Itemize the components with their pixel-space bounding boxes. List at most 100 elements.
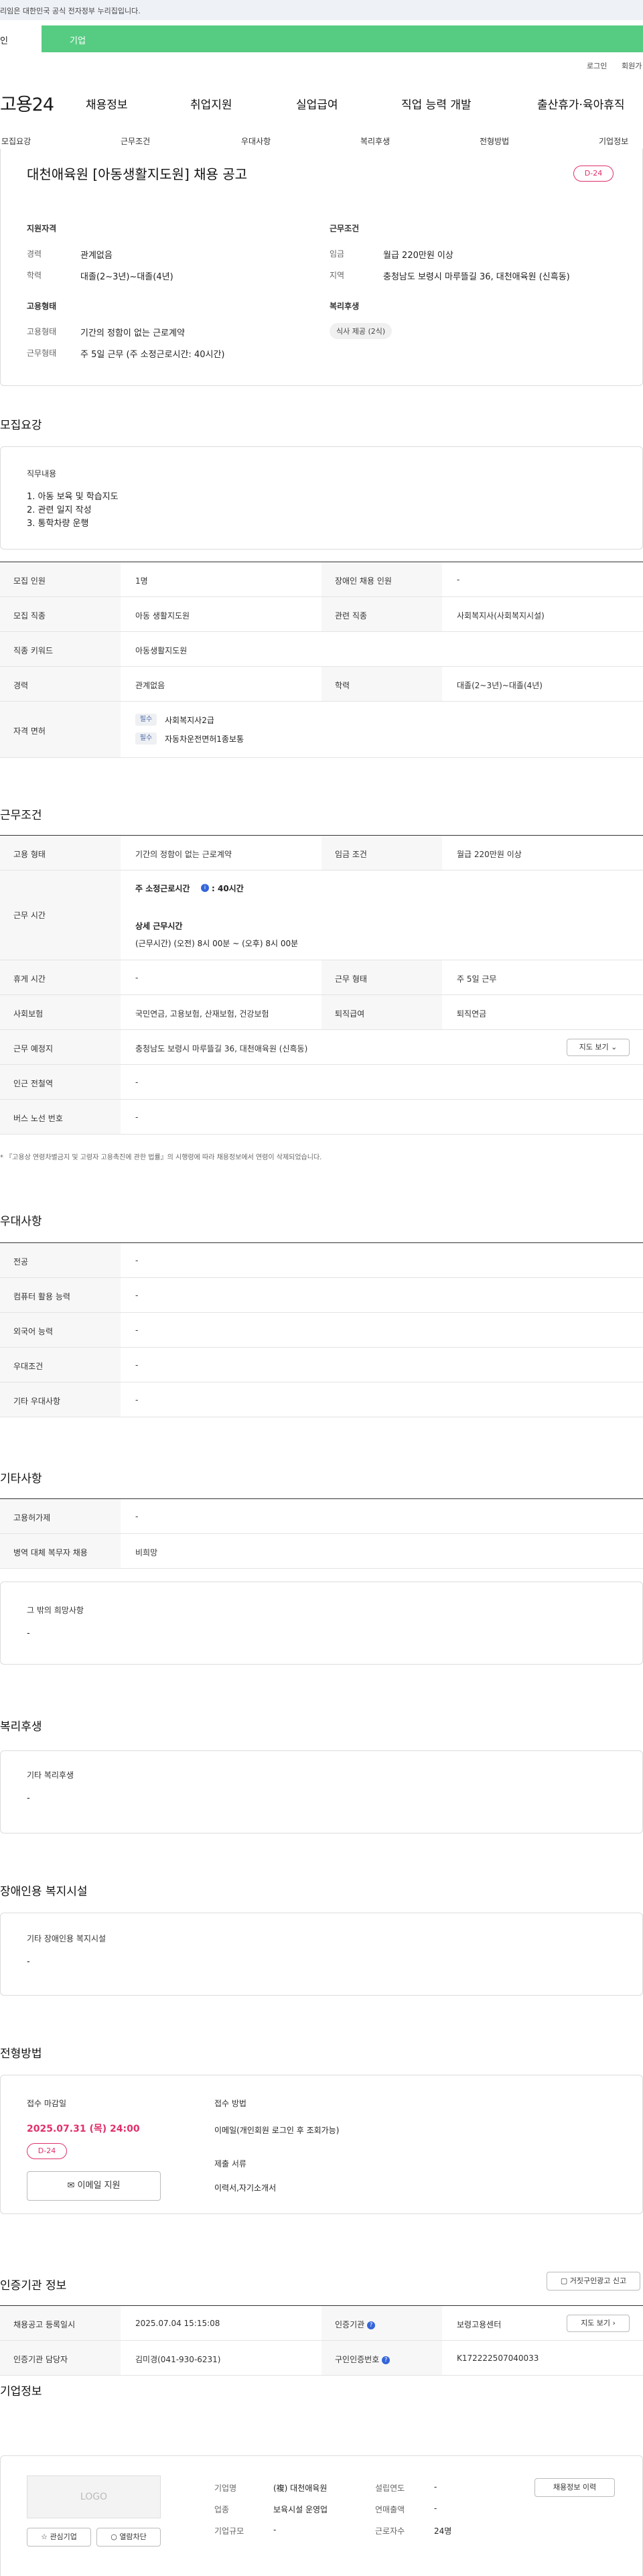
disabled-box-title: 기타 장애인용 복지시설 [27, 1934, 106, 1943]
company-key: 기업규모 [214, 2526, 244, 2536]
gov-banner: 리임은 대한민국 공식 전자정부 누리집입니다. [0, 0, 643, 20]
table-key: 근무 형태 [322, 960, 442, 994]
table-value: - [135, 1395, 139, 1405]
table-row: 버스 노선 번호 - [0, 1100, 643, 1135]
tab-company[interactable]: 기업 [70, 34, 86, 46]
table-key: 경력 [0, 667, 121, 701]
nav-parental-leave[interactable]: 출산휴가·육아휴직 [537, 95, 625, 112]
document-icon: ▢ [560, 2276, 570, 2285]
other-wish-card [0, 1582, 643, 1665]
hours-main: 주 소정근로시간 [135, 884, 190, 893]
table-row: 근무 예정지 충청남도 보령시 마루뜰길 36, 대천애육원 (신흑동) 지도 … [0, 1030, 643, 1065]
report-false-ad-button[interactable]: ▢ 거짓구인광고 신고 [547, 2272, 640, 2291]
section-title-disabled: 장애인용 복지시설 [0, 1885, 88, 1898]
nav-unemployment-benefit[interactable]: 실업급여 [296, 95, 338, 112]
page-title: 대천애육원 [아동생활지도원] 채용 공고 [27, 166, 248, 182]
qual-title: 지원자격 [27, 224, 57, 233]
email-apply-button[interactable]: ✉ 이메일 지원 [27, 2171, 161, 2201]
table-value: 대졸(2~3년)~대졸(4년) [457, 681, 543, 690]
table-value: K172222507040033 [457, 2354, 539, 2363]
table-value: - [135, 1112, 139, 1122]
join-link[interactable]: 회원가 [622, 60, 642, 71]
table-row: 자격 면허 필수 사회복지사2급 필수 자동차운전면허1종보통 [0, 702, 643, 758]
hours-main-value: : 40시간 [212, 884, 244, 893]
table-key: 채용공고 등록일시 [0, 2306, 121, 2340]
table-row: 직종 키워드 아동생활지도원 [0, 632, 643, 667]
info-icon[interactable]: i [201, 884, 209, 892]
table-key: 인증기관 ? [322, 2306, 442, 2340]
table-key: 휴게 시간 [0, 960, 121, 994]
welfare-title: 복리후생 [330, 302, 360, 311]
table-row: 인근 전철역 - [0, 1065, 643, 1100]
table-key: 고용허가제 [0, 1499, 121, 1533]
table-row: 우대조건 - [0, 1348, 643, 1382]
tab-work-conditions[interactable]: 근무조건 [121, 135, 150, 147]
table-key: 근무 시간 [0, 871, 121, 960]
block-icon: ○ [111, 2532, 120, 2541]
table-value: - [135, 1256, 139, 1265]
table-key: 인증기관 담당자 [0, 2341, 121, 2375]
info-icon[interactable]: ? [367, 2321, 375, 2329]
table-key: 병역 대체 복무자 채용 [0, 1534, 121, 1568]
company-key: 기업명 [214, 2484, 237, 2493]
summary-key: 근무형태 [27, 348, 57, 358]
company-value: - [434, 2504, 437, 2513]
duty-item: 3. 통학차량 운행 [27, 519, 89, 529]
job-history-button[interactable]: 채용정보 이력 [534, 2478, 615, 2497]
nav-employment-support[interactable]: 취업지원 [190, 95, 232, 112]
table-key: 전공 [0, 1243, 121, 1277]
company-value: 보육시설 운영업 [273, 2505, 328, 2514]
company-key: 설립연도 [375, 2484, 405, 2493]
table-row: 인증기관 담당자 김미경(041-930-6231) 구인인증번호 ? K172… [0, 2341, 643, 2376]
table-value: 김미경(041-930-6231) [135, 2355, 221, 2364]
table-value: - [135, 1078, 139, 1087]
star-icon: ☆ [41, 2532, 50, 2541]
tab-recruit[interactable]: 모집요강 [1, 135, 31, 147]
tab-process[interactable]: 전형방법 [480, 135, 509, 147]
table-value: - [135, 1326, 139, 1335]
summary-key: 경력 [27, 249, 42, 259]
email-apply-label: 이메일 지원 [77, 2181, 121, 2191]
license-name: 자동차운전면허1종보통 [165, 734, 244, 744]
duty-title: 직무내용 [27, 469, 57, 478]
summary-key: 고용형태 [27, 327, 57, 336]
table-value: 아동 생활지도원 [135, 611, 190, 621]
summary-value: 대졸(2~3년)~대졸(4년) [80, 272, 173, 282]
table-row: 전공 - [0, 1243, 643, 1278]
block-view-button[interactable]: ○ 열람차단 [96, 2528, 161, 2547]
tab-company-info[interactable]: 기업정보 [599, 135, 628, 147]
table-row: 모집 인원 1명 장애인 채용 인원 - [0, 562, 643, 597]
map-view-button[interactable]: 지도 보기 ⌄ [567, 1039, 630, 1056]
deadline-dday-badge: D-24 [27, 2143, 67, 2159]
login-link[interactable]: 로그인 [587, 60, 607, 71]
tab-welfare[interactable]: 복리후생 [360, 135, 390, 147]
nav-jobs[interactable]: 채용정보 [86, 95, 128, 112]
info-icon[interactable]: ? [382, 2356, 390, 2364]
nav-vocational-training[interactable]: 직업 능력 개발 [401, 95, 472, 112]
section-title-work: 근무조건 [0, 809, 42, 822]
required-tag: 필수 [135, 732, 157, 745]
table-value: 사회복지사(사회복지시설) [457, 611, 545, 621]
docs-value: 이력서,자기소개서 [214, 2183, 277, 2193]
table-key: 모집 인원 [0, 562, 121, 596]
table-value: 충청남도 보령시 마루뜰길 36, 대천애육원 (신흑동) [135, 1044, 308, 1053]
tab-individual[interactable]: 인 [0, 25, 42, 52]
summary-value: 주 5일 근무 (주 소정근로시간: 40시간) [80, 350, 225, 360]
table-row: 컴퓨터 활용 능력 - [0, 1278, 643, 1313]
mail-icon: ✉ [67, 2181, 78, 2191]
table-key: 인근 전철역 [0, 1065, 121, 1099]
table-key: 퇴직급여 [322, 995, 442, 1029]
cert-inst-label: 인증기관 [335, 2320, 365, 2329]
site-logo[interactable]: 고용24 [0, 90, 54, 116]
deadline-value: 2025.07.31 (목) 24:00 [27, 2124, 140, 2134]
method-value: 이메일(개인회원 로그인 후 조회가능) [214, 2126, 340, 2135]
welfare-tag: 식사 제공 (2식) [330, 323, 392, 339]
summary-key: 지역 [330, 271, 345, 280]
cert-map-button[interactable]: 지도 보기 › [567, 2315, 630, 2332]
table-value: 관계없음 [135, 681, 165, 690]
table-key: 사회보험 [0, 995, 121, 1029]
tab-preference[interactable]: 우대사항 [241, 135, 271, 147]
table-row: 모집 직종 아동 생활지도원 관련 직종 사회복지사(사회복지시설) [0, 597, 643, 632]
table-value: 국민연금, 고용보험, 산재보험, 건강보험 [135, 1009, 269, 1019]
favorite-company-button[interactable]: ☆ 관심기업 [27, 2528, 91, 2547]
